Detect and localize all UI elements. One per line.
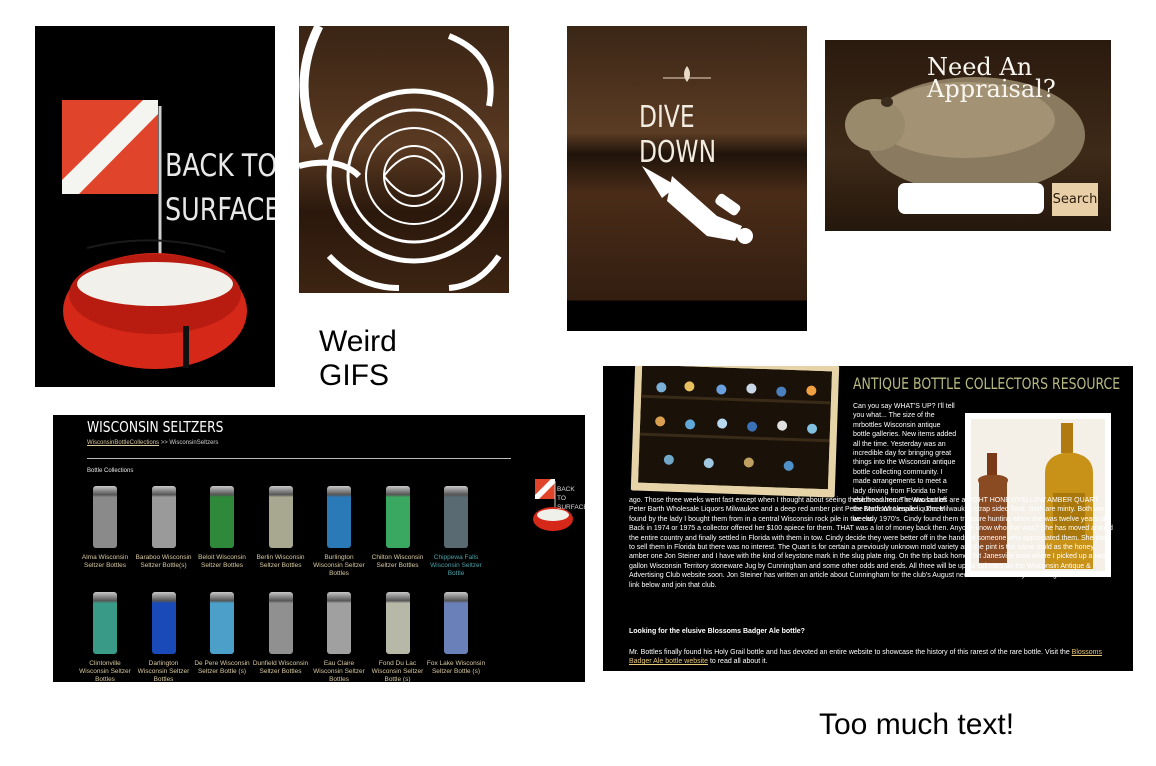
back-to-surface-line1: BACK TO xyxy=(165,148,275,184)
bottle-gallery-item[interactable]: Fond Du Lac Wisconsin Seltzer Bottle (s) xyxy=(368,592,428,682)
resource-last-paragraph: Mr. Bottles finally found his Holy Grail… xyxy=(629,648,1113,667)
bottle-gallery-item[interactable]: Clintonville Wisconsin Seltzer Bottles xyxy=(75,592,135,682)
resource-title: ANTIQUE BOTTLE COLLECTORS RESOURCE xyxy=(853,374,1121,393)
bottle-gallery-label[interactable]: Chippewa Falls Wisconsin Seltzer Bottle xyxy=(426,554,486,578)
back-to-surface-badge-text: BACK TO SURFACE xyxy=(557,486,585,511)
bottle-gallery-label[interactable]: Beloit Wisconsin Seltzer Bottles xyxy=(192,554,252,570)
seltzer-bottle-image[interactable] xyxy=(327,486,351,548)
resource-subheading: Looking for the elusive Blossoms Badger … xyxy=(629,628,805,635)
federation-seal-icon xyxy=(299,26,502,291)
dive-down-panel[interactable]: DIVE DOWN xyxy=(567,26,807,331)
appraisal-search-button[interactable]: Search xyxy=(1052,183,1098,216)
bottle-gallery-label[interactable]: Darlington Wisconsin Seltzer Bottles xyxy=(134,660,194,682)
bottle-gallery-label[interactable]: Chilton Wisconsin Seltzer Bottles xyxy=(368,554,428,570)
bottle-gallery-label[interactable]: Berlin Wisconsin Seltzer Bottles xyxy=(251,554,311,570)
federation-seal-panel xyxy=(299,26,509,293)
back-to-surface-panel[interactable]: BACK TO SURFACE xyxy=(35,26,275,387)
bottle-gallery-label[interactable]: De Pere Wisconsin Seltzer Bottle (s) xyxy=(192,660,252,676)
appraisal-panel: Need An Appraisal? Search xyxy=(825,40,1111,231)
bottle-gallery-item[interactable]: Berlin Wisconsin Seltzer Bottles xyxy=(251,486,311,570)
resource-last-paragraph-end: to read all about it. xyxy=(708,658,768,666)
bottle-gallery-item[interactable]: Baraboo Wisconsin Seltzer Bottle(s) xyxy=(134,486,194,570)
appraisal-title: Need An Appraisal? xyxy=(927,53,1056,103)
bottle-gallery-item[interactable]: Alma Wisconsin Seltzer Bottles xyxy=(75,486,135,570)
wisconsin-seltzers-panel: WISCONSIN SELTZERS WisconsinBottleCollec… xyxy=(53,415,585,682)
breadcrumb-link[interactable]: WisconsinBottleCollections xyxy=(87,440,159,446)
bottle-gallery-label[interactable]: Burlington Wisconsin Seltzer Bottles xyxy=(309,554,369,578)
bottle-gallery-item[interactable]: Fox Lake Wisconsin Seltzer Bottle (s) xyxy=(426,592,486,676)
seltzer-bottle-image[interactable] xyxy=(385,486,410,548)
seltzer-bottle-image[interactable] xyxy=(327,592,351,654)
seltzers-title: WISCONSIN SELTZERS xyxy=(87,418,224,436)
breadcrumb-separator: >> xyxy=(160,440,168,446)
bottle-gallery-item[interactable]: Eau Claire Wisconsin Seltzer Bottles xyxy=(309,592,369,682)
seltzer-bottle-image[interactable] xyxy=(93,592,117,654)
breadcrumb-current: WisconsinSeltzers xyxy=(169,440,219,446)
seltzer-bottle-image[interactable] xyxy=(444,486,468,548)
diver-icon xyxy=(642,66,753,244)
seltzer-bottle-image[interactable] xyxy=(385,592,410,654)
bottle-gallery-item[interactable]: Burlington Wisconsin Seltzer Bottles xyxy=(309,486,369,578)
bottle-gallery-label[interactable]: Fox Lake Wisconsin Seltzer Bottle (s) xyxy=(426,660,486,676)
dive-down-title: DIVE DOWN xyxy=(639,100,717,170)
bottle-gallery-label[interactable]: Dunfield Wisconsin Seltzer Bottles xyxy=(251,660,311,676)
bottle-resource-panel: ANTIQUE BOTTLE COLLECTORS RESOURCE Can y… xyxy=(603,366,1133,671)
divider xyxy=(87,458,511,459)
seltzer-bottle-image[interactable] xyxy=(210,486,234,548)
bottle-gallery-label[interactable]: Fond Du Lac Wisconsin Seltzer Bottle (s) xyxy=(368,660,428,682)
bottle-gallery-item[interactable]: Dunfield Wisconsin Seltzer Bottles xyxy=(251,592,311,676)
back-to-surface-badge[interactable]: BACK TO SURFACE xyxy=(531,475,585,535)
bottle-gallery-item[interactable]: Chilton Wisconsin Seltzer Bottles xyxy=(368,486,428,570)
seltzer-bottle-image[interactable] xyxy=(93,486,117,548)
seltzer-bottle-image[interactable] xyxy=(268,592,293,654)
appraisal-search-input[interactable] xyxy=(898,183,1044,214)
bottle-gallery-item[interactable]: Darlington Wisconsin Seltzer Bottles xyxy=(134,592,194,682)
resource-last-paragraph-start: Mr. Bottles finally found his Holy Grail… xyxy=(629,649,1072,656)
breadcrumb: WisconsinBottleCollections >> WisconsinS… xyxy=(87,440,218,446)
annotation-too-much-text: Too much text! xyxy=(819,708,1015,741)
bottle-gallery-label[interactable]: Clintonville Wisconsin Seltzer Bottles xyxy=(75,660,135,682)
back-to-surface-line2: SURFACE xyxy=(165,192,275,228)
bottle-gallery-item[interactable]: Beloit Wisconsin Seltzer Bottles xyxy=(192,486,252,570)
seltzer-bottle-image[interactable] xyxy=(444,592,468,654)
bottle-shelf-photo xyxy=(630,366,840,498)
bottle-gallery-item[interactable]: Chippewa Falls Wisconsin Seltzer Bottle xyxy=(426,486,486,578)
bottle-shelf-image xyxy=(638,366,833,490)
bottle-gallery-label[interactable]: Eau Claire Wisconsin Seltzer Bottles xyxy=(309,660,369,682)
seltzer-bottle-image[interactable] xyxy=(151,486,176,548)
resource-main-paragraph: ago. Those three weeks went fast except … xyxy=(629,497,1113,589)
bottle-gallery-item[interactable]: De Pere Wisconsin Seltzer Bottle (s) xyxy=(192,592,252,676)
seltzer-bottle-image[interactable] xyxy=(210,592,234,654)
seltzer-bottle-image[interactable] xyxy=(151,592,176,654)
bottle-gallery-label[interactable]: Alma Wisconsin Seltzer Bottles xyxy=(75,554,135,570)
bottle-gallery-label[interactable]: Baraboo Wisconsin Seltzer Bottle(s) xyxy=(134,554,194,570)
seltzer-bottle-image[interactable] xyxy=(268,486,293,548)
annotation-weird-gifs: Weird GIFS xyxy=(319,325,397,392)
section-label: Bottle Collections xyxy=(87,468,134,474)
